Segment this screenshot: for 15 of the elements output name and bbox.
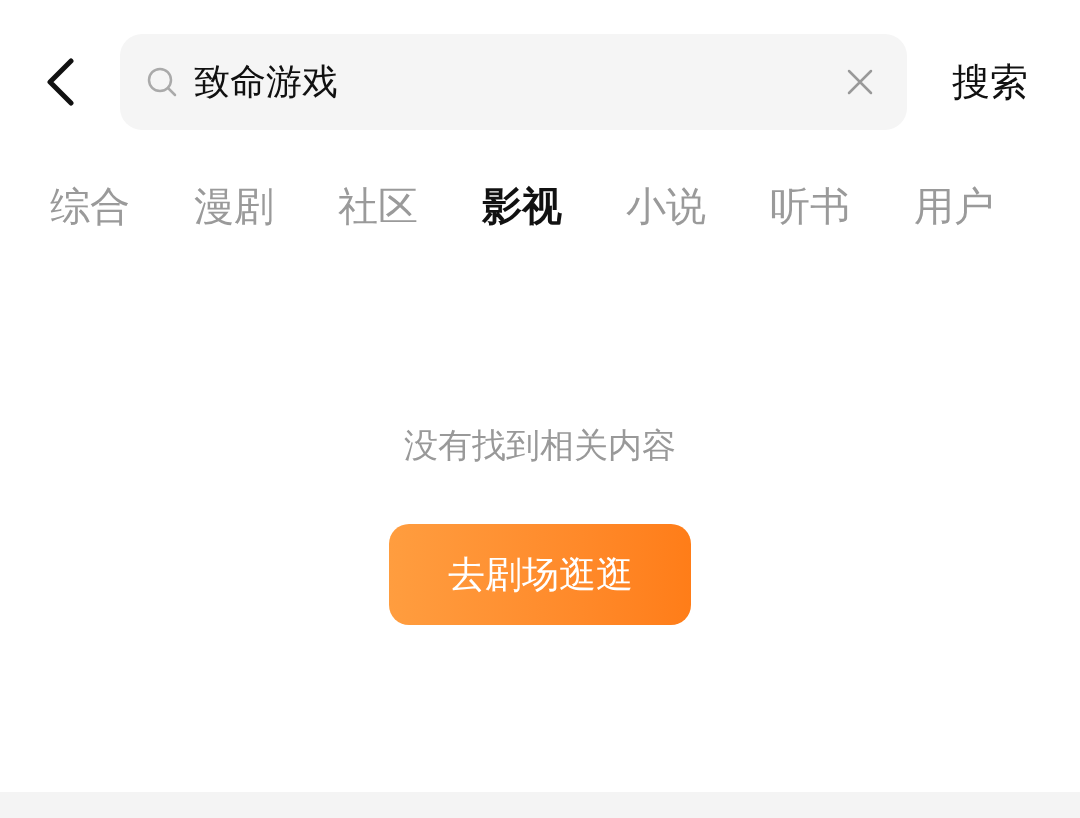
category-tab[interactable]: 小说 bbox=[626, 186, 706, 226]
back-icon bbox=[45, 58, 75, 106]
category-tab[interactable]: 用户 bbox=[914, 186, 994, 226]
search-button[interactable]: 搜索 bbox=[952, 63, 1028, 101]
go-to-theater-button[interactable]: 去剧场逛逛 bbox=[389, 524, 691, 625]
category-tab[interactable]: 社区 bbox=[338, 186, 418, 226]
category-tab[interactable]: 漫剧 bbox=[194, 186, 274, 226]
category-tab[interactable]: 影视 bbox=[482, 186, 562, 226]
search-field[interactable]: 致命游戏 bbox=[120, 34, 907, 130]
empty-message: 没有找到相关内容 bbox=[404, 428, 676, 462]
category-tab[interactable]: 综合 bbox=[50, 186, 130, 226]
search-query: 致命游戏 bbox=[194, 64, 338, 100]
clear-icon[interactable] bbox=[847, 69, 873, 95]
category-tab[interactable]: 听书 bbox=[770, 186, 850, 226]
search-icon bbox=[146, 66, 178, 98]
